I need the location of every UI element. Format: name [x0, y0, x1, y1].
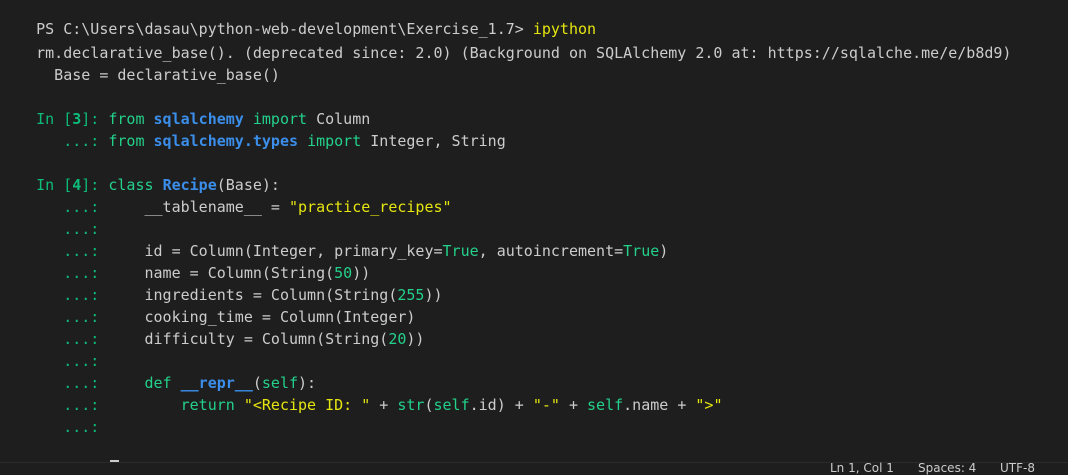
keyword: return [180, 396, 235, 414]
continuation-line: ...: return "<Recipe ID: " + str(self.id… [0, 372, 722, 414]
code-text: __tablename__ = [144, 198, 289, 216]
self-keyword: self [433, 396, 470, 414]
operator: + [668, 396, 696, 414]
code-text: )) [406, 330, 425, 348]
ps-prompt-line: PS C:\Users\dasau\python-web-development… [0, 0, 596, 38]
continuation-prompt: ...: [36, 132, 109, 150]
keyword: True [623, 242, 660, 260]
keyword: from [108, 132, 145, 150]
terminal-panel[interactable]: PS C:\Users\dasau\python-web-development… [0, 0, 1068, 462]
code-text: .name [623, 396, 669, 414]
string-literal: "<Recipe ID: " [243, 396, 371, 414]
warning-text: Base = declarative_base() [36, 66, 280, 84]
number-literal: 20 [388, 330, 407, 348]
continuation-line: ...: [0, 328, 108, 370]
keyword: True [442, 242, 479, 260]
code-text: ) [659, 242, 669, 260]
module-name: sqlalchemy.types [153, 132, 299, 150]
string-literal: ">" [695, 396, 723, 414]
warning-line: rm.declarative_base(). (deprecated since… [0, 20, 1011, 62]
operator: + [559, 396, 588, 414]
keyword: import [307, 132, 362, 150]
status-bar: Ln 1, Col 1 Spaces: 4 UTF-8 [0, 461, 1068, 475]
builtin-name: str [397, 396, 425, 414]
input-prompt-line[interactable]: In [5]: [0, 438, 120, 462]
warning-line: Base = declarative_base() [0, 42, 280, 84]
continuation-line: ...: ingredients = Column(String(255)) [0, 262, 442, 304]
string-literal: "practice_recipes" [289, 198, 452, 216]
continuation-line: ...: cooking_time = Column(Integer) [0, 284, 415, 326]
continuation-line: ...: def __repr__(self): [0, 350, 316, 392]
input-prompt-line: In [3]: from sqlalchemy import Column [0, 86, 370, 128]
code-text: , autoincrement= [478, 242, 624, 260]
code-text: .id) [469, 396, 506, 414]
continuation-line: ...: name = Column(String(50)) [0, 240, 370, 282]
continuation-line: ...: id = Column(Integer, primary_key=Tr… [0, 218, 668, 260]
continuation-line: ...: from sqlalchemy.types import Intege… [0, 108, 506, 150]
continuation-line: ...: [0, 394, 108, 436]
operator: + [370, 396, 398, 414]
continuation-line: ...: difficulty = Column(String(20)) [0, 306, 424, 348]
string-literal: "-" [532, 396, 560, 414]
code-text: )) [424, 286, 443, 304]
operator: + [505, 396, 533, 414]
continuation-prompt: ...: [36, 418, 109, 436]
code-text: Integer, String [361, 132, 506, 150]
code-text: ( [424, 396, 434, 414]
self-keyword: self [587, 396, 624, 414]
continuation-line: ...: __tablename__ = "practice_recipes" [0, 174, 451, 216]
continuation-line: ...: [0, 196, 108, 238]
input-prompt-line: In [4]: class Recipe(Base): [0, 152, 280, 194]
code-text: difficulty = Column(String( [144, 330, 389, 348]
